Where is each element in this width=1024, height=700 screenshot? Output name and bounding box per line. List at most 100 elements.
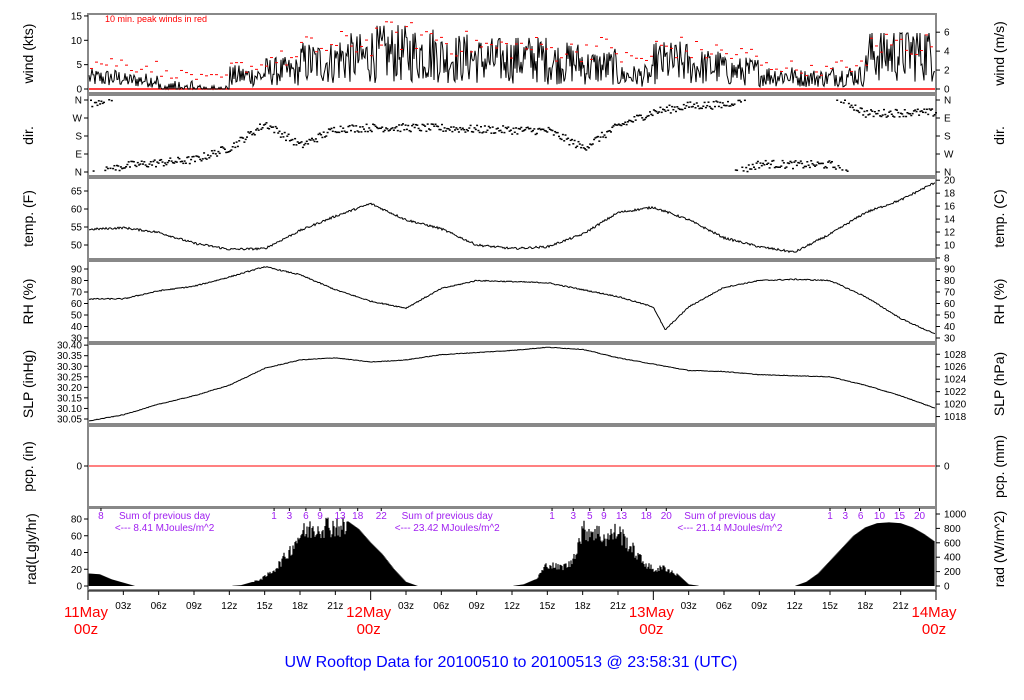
direction-point [473,127,476,129]
direction-point [746,170,749,173]
direction-point [255,129,258,131]
y-tick-label-right: 80 [944,276,956,287]
direction-point [309,139,312,141]
direction-point [119,166,122,168]
direction-point [697,105,700,107]
direction-point [147,165,150,168]
direction-point [864,116,867,118]
direction-point [157,162,160,164]
y-tick-label: 0 [76,582,82,593]
direction-point [442,130,445,132]
direction-point [923,108,926,110]
direction-point [307,143,310,145]
direction-point [873,110,876,113]
weather-chart: UW Rooftop Data for 20100510 to 20100513… [20,11,1007,671]
direction-point [512,127,515,130]
direction-point [283,131,286,134]
x-tick-label: 18z [857,601,873,612]
direction-point [760,164,763,167]
direction-point [669,112,672,114]
direction-point [170,160,173,162]
direction-point [396,129,399,132]
direction-point [624,121,627,124]
direction-point [750,168,753,170]
direction-point [135,165,138,168]
direction-point [279,136,282,138]
direction-point [175,161,178,163]
direction-point [472,131,475,133]
direction-point [600,131,603,134]
y-tick-label: E [75,150,82,161]
radiation-area [88,517,935,586]
direction-point [564,134,567,136]
direction-point [897,111,900,114]
direction-point [339,125,342,128]
direction-point [117,165,120,167]
y-tick-label: 70 [71,288,83,299]
direction-point [278,130,281,133]
direction-point [598,140,601,142]
y-tick-label: W [73,114,83,125]
direction-point [127,161,130,163]
direction-point [407,124,410,127]
direction-point [708,105,711,108]
direction-point [922,111,924,114]
cumulative-marker-label: 22 [376,511,388,522]
y-tick-label-right: 4 [944,47,950,58]
direction-point [925,108,928,111]
direction-point [234,146,237,149]
direction-point [169,157,172,159]
direction-point [382,130,385,133]
x-tick-label: 18z [292,601,308,612]
direction-point [684,107,687,110]
direction-point [763,164,766,166]
direction-point [248,132,251,134]
y-tick-label: 5 [76,60,82,71]
panel-frame [87,260,937,343]
direction-point [890,113,893,116]
direction-point [431,123,434,126]
direction-point [780,165,783,167]
y-tick-label: 60 [71,299,83,310]
direction-point [691,105,694,108]
y-tick-label: 30.25 [57,372,82,383]
direction-point [148,163,151,165]
y-axis-label-right: pcp. (mm) [991,435,1007,498]
direction-point [672,108,675,111]
direction-point [866,110,869,112]
direction-point [197,156,200,158]
direction-point [881,114,884,116]
direction-point [701,107,703,110]
direction-point [403,129,406,131]
direction-point [477,129,480,132]
direction-point [667,109,670,112]
direction-point [142,163,144,165]
y-tick-label-right: 8 [944,253,950,264]
direction-point [798,162,801,164]
cumulative-marker-label: 15 [894,511,906,522]
direction-point [858,111,861,114]
direction-point [292,143,295,146]
direction-point [756,160,759,163]
direction-point [632,121,635,123]
direction-point [487,125,490,128]
direction-point [233,142,235,144]
direction-point [551,129,554,132]
direction-point [844,99,846,102]
direction-point [604,136,607,139]
direction-point [242,137,245,139]
direction-point [578,143,581,145]
direction-point [333,126,336,129]
direction-point [151,164,154,166]
direction-point [513,131,516,134]
x-tick-label: 15z [539,601,555,612]
direction-point [103,101,105,104]
direction-point [610,131,612,133]
direction-point [409,130,412,133]
direction-point [689,101,692,103]
direction-point [238,140,241,142]
direction-point [218,152,221,155]
direction-point [129,166,131,168]
direction-point [542,128,545,131]
direction-point [846,170,849,172]
